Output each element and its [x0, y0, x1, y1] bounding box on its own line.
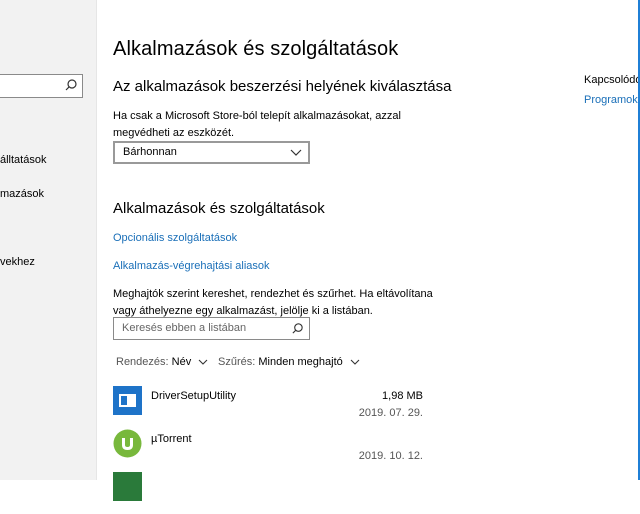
app-date: 2019. 10. 12.: [358, 450, 423, 462]
driver-setup-icon: [113, 386, 142, 415]
apps-section-heading: Alkalmazások és szolgáltatások: [113, 200, 325, 217]
nav-item-default-apps[interactable]: mazások: [0, 188, 44, 200]
filter-value: Minden meghajtó: [258, 356, 343, 368]
app-date: 2019. 07. 29.: [358, 407, 423, 419]
app-name: DriverSetupUtility: [151, 390, 236, 402]
source-heading: Az alkalmazások beszerzési helyének kivá…: [113, 78, 452, 95]
utorrent-icon: [113, 429, 142, 458]
chevron-down-icon: [350, 359, 360, 365]
sort-value: Név: [171, 356, 192, 368]
app-execution-aliases-link[interactable]: Alkalmazás-végrehajtási aliasok: [113, 260, 270, 272]
search-icon: [292, 323, 303, 334]
sort-control[interactable]: Rendezés: Név: [116, 356, 208, 368]
source-description: Ha csak a Microsoft Store-ból telepít al…: [113, 110, 401, 139]
nav-item-apps-features[interactable]: álltatások: [0, 154, 46, 166]
sort-label: Rendezés:: [116, 356, 169, 368]
app-source-dropdown[interactable]: Bárhonnan: [113, 141, 310, 164]
app-icon: [113, 472, 142, 501]
app-name: µTorrent: [151, 433, 192, 445]
apps-description: Meghajtók szerint kereshet, rendezhet és…: [113, 288, 433, 317]
app-size: 1,98 MB: [382, 390, 423, 402]
navigation-pane: álltatások mazások vekhez: [0, 0, 97, 480]
chevron-down-icon: [290, 149, 302, 156]
app-list-item[interactable]: [113, 472, 423, 514]
search-placeholder: Keresés ebben a listában: [122, 322, 247, 334]
programs-features-link[interactable]: Programok é: [584, 94, 640, 106]
dropdown-value: Bárhonnan: [123, 146, 177, 158]
app-list-item[interactable]: DriverSetupUtility 1,98 MB 2019. 07. 29.: [113, 386, 423, 428]
filter-label: Szűrés:: [218, 356, 256, 368]
optional-features-link[interactable]: Opcionális szolgáltatások: [113, 232, 237, 244]
filter-control[interactable]: Szűrés: Minden meghajtó: [218, 356, 360, 368]
app-list-search-input[interactable]: Keresés ebben a listában: [113, 317, 310, 340]
nav-item-apps-websites[interactable]: vekhez: [0, 256, 35, 268]
search-icon: [65, 79, 77, 91]
settings-search-input[interactable]: [0, 74, 83, 98]
app-list-item[interactable]: µTorrent 2019. 10. 12.: [113, 429, 423, 471]
page-title: Alkalmazások és szolgáltatások: [113, 38, 399, 60]
related-settings-title: Kapcsolódó: [584, 74, 640, 86]
chevron-down-icon: [198, 359, 208, 365]
